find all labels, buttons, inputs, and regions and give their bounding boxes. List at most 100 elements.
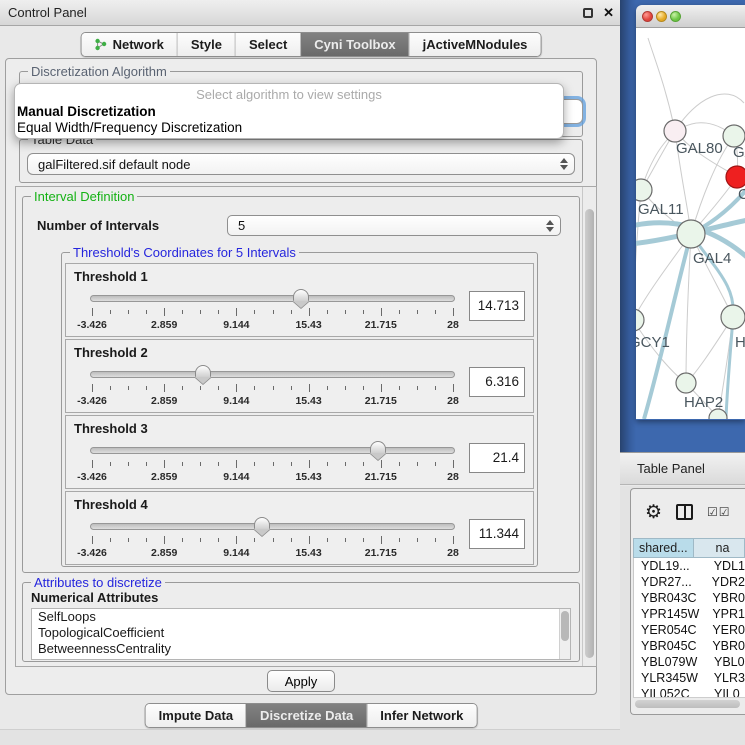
network-node-H[interactable]: [721, 305, 745, 329]
table-panel-title: Table Panel: [637, 461, 705, 476]
table-row[interactable]: YBL079WYBL0: [634, 654, 745, 670]
table-rows[interactable]: YDL19...YDL1YDR27...YDR2YBR043CYBR0YPR14…: [633, 558, 745, 697]
columns-icon[interactable]: [676, 504, 693, 520]
table-data-combobox[interactable]: galFiltered.sif default node: [27, 153, 575, 175]
threshold-slider[interactable]: -3.4262.8599.14415.4321.71528: [90, 288, 455, 332]
tab-network[interactable]: Network: [82, 33, 177, 56]
thresholds-container: Threshold 1-3.4262.8599.14415.4321.71528…: [62, 263, 537, 565]
tab-style[interactable]: Style: [177, 33, 235, 56]
threshold-value-field[interactable]: 21.4: [469, 443, 525, 473]
slider-thumb[interactable]: [195, 365, 211, 377]
number-of-intervals-combobox[interactable]: 5: [227, 215, 561, 236]
tick-label: 2.859: [151, 547, 177, 559]
algorithm-placeholder: Select algorithm to view settings: [15, 87, 563, 104]
network-node-HAP2[interactable]: [676, 373, 696, 393]
threshold-slider[interactable]: -3.4262.8599.14415.4321.71528: [90, 364, 455, 408]
window-title: Control Panel: [8, 5, 87, 20]
table-data-selected-value: galFiltered.sif default node: [38, 157, 560, 172]
attribute-list-item[interactable]: SelfLoops: [32, 609, 570, 625]
combo-stepper-icon: [546, 220, 554, 232]
table-row[interactable]: YDL19...YDL1: [634, 558, 745, 574]
network-node-GAL80[interactable]: [664, 120, 686, 142]
thresholds-group-title: Threshold's Coordinates for 5 Intervals: [70, 245, 299, 260]
tab-impute-data[interactable]: Impute Data: [146, 704, 246, 727]
threshold-value-field[interactable]: 14.713: [469, 291, 525, 321]
column-header-name[interactable]: na: [694, 538, 745, 558]
tick-label: 28: [447, 319, 459, 331]
network-node-GCY1[interactable]: [636, 309, 644, 331]
right-region: GAL80GACGAL11GAL4GCY1HHAP2 Table Panel ⚙…: [620, 0, 745, 745]
table-row[interactable]: YBR045CYBR0: [634, 638, 745, 654]
network-edge[interactable]: [648, 38, 675, 131]
top-tabstrip: Network Style Select Cyni Toolbox jActiv…: [81, 32, 542, 57]
tick-label: 9.144: [223, 547, 249, 559]
numerical-attributes-list[interactable]: SelfLoopsTopologicalCoefficientBetweenne…: [31, 608, 571, 660]
attributes-group-title: Attributes to discretize: [31, 575, 165, 590]
number-of-intervals-label: Number of Intervals: [37, 218, 227, 233]
column-header-shared-name[interactable]: shared...: [633, 538, 694, 558]
tab-discretize-data[interactable]: Discretize Data: [246, 704, 366, 727]
network-node-label: GAL80: [676, 140, 723, 157]
table-row[interactable]: YLR345WYLR3: [634, 670, 745, 686]
tick-label: 21.715: [365, 547, 397, 559]
tick-label: 9.144: [223, 471, 249, 483]
numerical-attributes-label: Numerical Attributes: [31, 590, 158, 605]
network-icon: [95, 38, 108, 51]
apply-button[interactable]: Apply: [267, 670, 335, 692]
attribute-list-item[interactable]: BetweennessCentrality: [32, 641, 570, 657]
table-row[interactable]: YDR27...YDR2: [634, 574, 745, 590]
table-row[interactable]: YPR145WYPR1: [634, 606, 745, 622]
tick-label: 28: [447, 547, 459, 559]
tick-label: 2.859: [151, 395, 177, 407]
tick-label: 15.43: [295, 319, 321, 331]
algorithm-option-manual[interactable]: Manual Discretization: [15, 104, 563, 120]
threshold-label: Threshold 4: [74, 497, 525, 512]
table-row[interactable]: YBR043CYBR0: [634, 590, 745, 606]
network-edge[interactable]: [636, 234, 691, 320]
network-node-GAL4[interactable]: [677, 220, 705, 248]
threshold-slider[interactable]: -3.4262.8599.14415.4321.71528: [90, 440, 455, 484]
close-icon[interactable]: ✕: [603, 6, 614, 19]
table-panel-toolbar: ⚙ ☑☑: [631, 489, 745, 535]
minimize-traffic-light-icon[interactable]: [656, 11, 667, 22]
settings-scrollpane: Interval Definition Number of Intervals …: [15, 186, 597, 667]
tick-label: 21.715: [365, 395, 397, 407]
tick-label: -3.426: [77, 471, 107, 483]
threshold-value-field[interactable]: 11.344: [469, 519, 525, 549]
slider-thumb[interactable]: [370, 441, 386, 453]
table-horizontal-scrollbar[interactable]: [633, 697, 745, 709]
select-columns-checkboxes-icon[interactable]: ☑☑: [707, 505, 731, 519]
table-row[interactable]: YER054CYER0: [634, 622, 745, 638]
tick-label: 2.859: [151, 319, 177, 331]
network-node-label: GAL4: [693, 250, 731, 267]
network-node-C[interactable]: [726, 166, 745, 188]
table-panel-body: ⚙ ☑☑ shared... na YDL19...YDL1YDR27...YD…: [620, 486, 745, 745]
gear-icon[interactable]: ⚙: [645, 503, 662, 522]
settings-vertical-scrollbar[interactable]: [582, 187, 596, 666]
table-row[interactable]: YIL052CYIL0: [634, 686, 745, 697]
close-traffic-light-icon[interactable]: [642, 11, 653, 22]
network-node-label: C: [738, 186, 745, 203]
zoom-traffic-light-icon[interactable]: [670, 11, 681, 22]
threshold-value-field[interactable]: 6.316: [469, 367, 525, 397]
tab-select[interactable]: Select: [235, 33, 300, 56]
slider-thumb[interactable]: [254, 517, 270, 529]
tab-network-label: Network: [113, 37, 164, 52]
tab-cyni-toolbox[interactable]: Cyni Toolbox: [300, 33, 408, 56]
network-window-titlebar: [636, 5, 745, 28]
tab-infer-network[interactable]: Infer Network: [366, 704, 476, 727]
network-canvas[interactable]: GAL80GACGAL11GAL4GCY1HHAP2: [636, 28, 745, 419]
float-window-icon[interactable]: [583, 8, 593, 18]
attribute-list-item[interactable]: TopologicalCoefficient: [32, 625, 570, 641]
slider-thumb[interactable]: [293, 289, 309, 301]
tick-label: 21.715: [365, 319, 397, 331]
attributes-list-scrollbar[interactable]: [559, 609, 570, 659]
table-data-group: Table Data galFiltered.sif default node: [19, 139, 583, 183]
threshold-panel-1: Threshold 1-3.4262.8599.14415.4321.71528…: [65, 263, 534, 337]
tick-label: 21.715: [365, 471, 397, 483]
threshold-slider[interactable]: -3.4262.8599.14415.4321.71528: [90, 516, 455, 560]
network-node-GAL11[interactable]: [636, 179, 652, 201]
algorithm-option-equal-width[interactable]: Equal Width/Frequency Discretization: [15, 120, 563, 136]
algorithm-dropdown-popup: Select algorithm to view settings Manual…: [14, 83, 564, 139]
tab-jactivemnodules[interactable]: jActiveMNodules: [409, 33, 541, 56]
